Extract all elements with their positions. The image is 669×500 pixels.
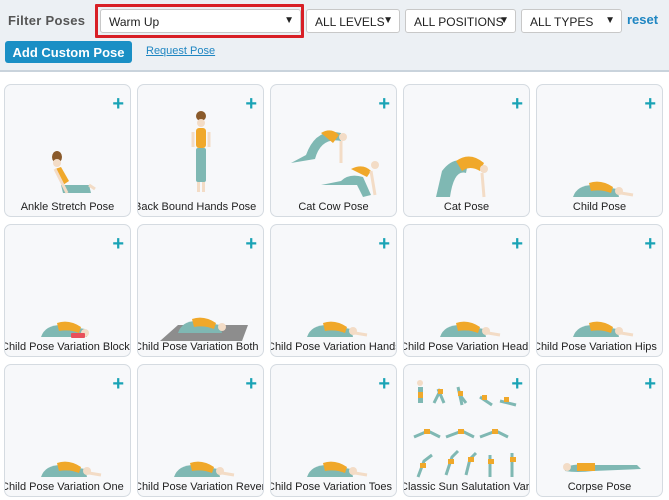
position-select-value: ALL POSITIONS <box>414 15 504 29</box>
add-pose-icon[interactable]: + <box>378 94 390 114</box>
pose-card[interactable]: + Child Pose Variation Hands <box>270 224 397 357</box>
pose-name: Classic Sun Salutation Variation <box>403 481 530 493</box>
chevron-down-icon: ▼ <box>499 15 509 26</box>
add-pose-icon[interactable]: + <box>112 94 124 114</box>
pose-name: Child Pose Variation Hips <box>536 341 657 353</box>
pose-name: Back Bound Hands Pose <box>137 201 257 213</box>
add-pose-icon[interactable]: + <box>511 94 523 114</box>
pose-card[interactable]: + Cat Pose <box>403 84 530 217</box>
pose-card[interactable]: + Child Pose Variation Toes <box>270 364 397 497</box>
pose-name: Cat Cow Pose <box>298 201 369 213</box>
pose-name: Corpse Pose <box>567 481 632 493</box>
pose-card[interactable]: + Child Pose Variation Hips <box>536 224 663 357</box>
add-pose-icon[interactable]: + <box>112 234 124 254</box>
pose-card[interactable]: + Child Pose Variation Block <box>4 224 131 357</box>
add-pose-icon[interactable]: + <box>245 94 257 114</box>
pose-card[interactable]: + Child Pose Variation One <box>4 364 131 497</box>
add-pose-icon[interactable]: + <box>245 374 257 394</box>
level-select-value: ALL LEVELS <box>315 15 385 29</box>
pose-name: Child Pose Variation Reverse <box>138 481 263 493</box>
add-pose-icon[interactable]: + <box>245 234 257 254</box>
pose-name: Child Pose Variation One <box>4 481 124 493</box>
chevron-down-icon: ▼ <box>383 15 393 26</box>
add-custom-pose-button[interactable]: Add Custom Pose <box>5 41 132 63</box>
pose-name: Child Pose Variation Block <box>4 341 130 353</box>
pose-grid: + Ankle Stretch Pose + Back Bound Hands Po… <box>4 84 663 497</box>
position-select[interactable]: ALL POSITIONS ▼ <box>405 9 516 33</box>
pose-card[interactable]: + Back Bound Hands Pose <box>137 84 264 217</box>
pose-card[interactable]: + Child Pose Variation Head <box>403 224 530 357</box>
add-pose-icon[interactable]: + <box>378 374 390 394</box>
highlight-box <box>95 4 304 38</box>
pose-card[interactable]: + Child Pose Variation Both <box>137 224 264 357</box>
add-pose-icon[interactable]: + <box>644 374 656 394</box>
add-pose-icon[interactable]: + <box>644 94 656 114</box>
add-pose-icon[interactable]: + <box>511 374 523 394</box>
reset-link[interactable]: reset <box>627 12 658 27</box>
request-pose-link[interactable]: Request Pose <box>146 45 215 57</box>
chevron-down-icon: ▼ <box>605 15 615 26</box>
pose-name: Ankle Stretch Pose <box>20 201 115 213</box>
pose-card[interactable]: + Cat Cow Pose <box>270 84 397 217</box>
filter-label: Filter Poses <box>8 13 86 28</box>
pose-card[interactable]: + Corpse Pose <box>536 364 663 497</box>
pose-name: Child Pose Variation Both <box>137 341 259 353</box>
pose-name: Child Pose <box>572 201 627 213</box>
level-select[interactable]: ALL LEVELS ▼ <box>306 9 400 33</box>
pose-card[interactable]: + Child Pose <box>536 84 663 217</box>
pose-name: Child Pose Variation Toes <box>270 481 392 493</box>
add-pose-icon[interactable]: + <box>644 234 656 254</box>
pose-card[interactable]: + Classic Sun Salutation Variation <box>403 364 530 497</box>
type-select-value: ALL TYPES <box>530 15 594 29</box>
add-pose-icon[interactable]: + <box>378 234 390 254</box>
pose-name: Child Pose Variation Hands <box>270 341 397 353</box>
pose-card[interactable]: + Ankle Stretch Pose <box>4 84 131 217</box>
filter-bar: Filter Poses Warm Up ▼ ALL LEVELS ▼ ALL … <box>0 0 669 72</box>
pose-card[interactable]: + Child Pose Variation Reverse <box>137 364 264 497</box>
add-pose-icon[interactable]: + <box>112 374 124 394</box>
pose-name: Cat Pose <box>443 201 490 213</box>
add-pose-icon[interactable]: + <box>511 234 523 254</box>
type-select[interactable]: ALL TYPES ▼ <box>521 9 622 33</box>
pose-name: Child Pose Variation Head <box>403 341 529 353</box>
